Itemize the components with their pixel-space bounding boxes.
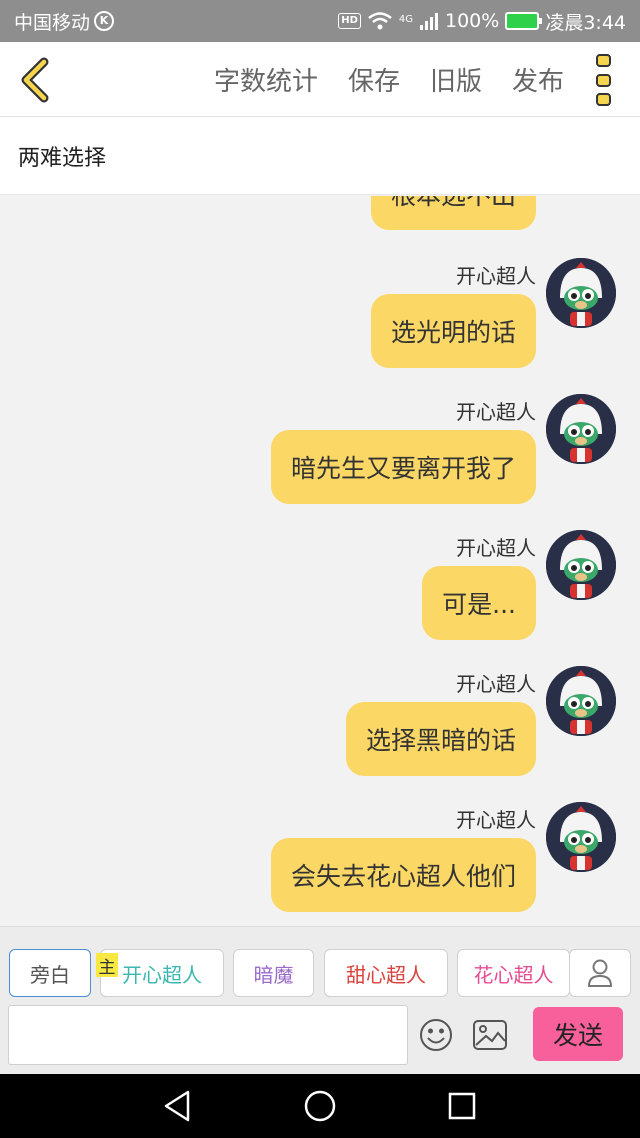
battery-icon [505, 12, 543, 30]
system-nav-bar [0, 1074, 640, 1138]
chat-message: 开心超人 选光明的话 [16, 258, 616, 378]
square-recents-icon [448, 1092, 476, 1120]
circle-home-icon [304, 1090, 336, 1122]
send-button[interactable]: 发送 [533, 1007, 623, 1061]
story-title-bar[interactable]: 两难选择 [0, 117, 640, 195]
composer-panel: 旁白 开心超人 暗魔 甜心超人 花心超人 主 发送 [0, 926, 640, 1074]
role-sweet-superman[interactable]: 甜心超人 [324, 949, 448, 997]
message-bubble[interactable]: 可是... [422, 566, 536, 640]
old-version-button[interactable]: 旧版 [430, 61, 482, 98]
image-icon [473, 1020, 507, 1050]
more-menu-button[interactable] [590, 54, 616, 106]
carrier-name: 中国移动 [14, 11, 91, 34]
wifi-icon [368, 12, 392, 30]
toolbar-actions: 字数统计 保存 旧版 发布 [214, 42, 564, 117]
story-title: 两难选择 [18, 145, 107, 171]
message-bubble[interactable]: 选择黑暗的话 [345, 702, 536, 776]
role-label: 暗魔 [253, 962, 294, 987]
manage-roles-button[interactable] [569, 949, 631, 997]
chat-message: 开心超人 可是... [16, 530, 616, 650]
chat-message: 开心超人 会失去花心超人他们 [16, 802, 616, 922]
avatar[interactable] [546, 802, 616, 872]
avatar[interactable] [546, 394, 616, 464]
chat-message: 开心超人 选择黑暗的话 [16, 666, 616, 786]
emoji-button[interactable] [418, 1017, 454, 1053]
more-dot-icon [595, 54, 611, 67]
chevron-left-icon [21, 57, 49, 103]
save-button[interactable]: 保存 [348, 61, 400, 98]
hd-indicator: HD [338, 13, 361, 29]
carrier-badge: K [94, 11, 115, 31]
avatar[interactable] [546, 258, 616, 328]
sender-name: 开心超人 [456, 400, 536, 424]
status-bar: 中国移动 K HD 4G 100% 凌晨3:44 [0, 0, 640, 42]
sender-name: 开心超人 [456, 808, 536, 832]
happy-superman-avatar-icon [546, 802, 616, 872]
role-label: 甜心超人 [346, 962, 426, 987]
top-toolbar: 字数统计 保存 旧版 发布 [0, 42, 640, 117]
role-narrator[interactable]: 旁白 [9, 949, 91, 997]
role-dark-demon[interactable]: 暗魔 [233, 949, 314, 997]
role-happy-superman[interactable]: 开心超人 [100, 949, 224, 997]
carrier-info: 中国移动 K [14, 8, 115, 35]
happy-superman-avatar-icon [546, 258, 616, 328]
happy-superman-avatar-icon [546, 394, 616, 464]
main-character-tag: 主 [96, 953, 118, 978]
avatar[interactable] [546, 666, 616, 736]
person-icon [587, 959, 613, 987]
status-indicators: HD 4G 100% 凌晨3:44 [338, 8, 626, 35]
network-type: 4G [398, 13, 413, 25]
chat-area[interactable]: 根本选不出 开心超人 选光明的话 开心超人 暗先生又要离开我了 [0, 196, 640, 926]
happy-superman-avatar-icon [546, 666, 616, 736]
nav-back-button[interactable] [160, 1088, 196, 1124]
battery-percent: 100% [445, 10, 500, 32]
happy-superman-avatar-icon [546, 530, 616, 600]
publish-button[interactable]: 发布 [512, 61, 564, 98]
chat-message: 开心超人 暗先生又要离开我了 [16, 394, 616, 514]
back-button[interactable] [14, 56, 60, 104]
avatar[interactable] [546, 530, 616, 600]
message-input[interactable] [8, 1005, 408, 1065]
nav-recents-button[interactable] [444, 1088, 480, 1124]
more-dot-icon [595, 73, 611, 87]
message-bubble[interactable]: 根本选不出 [370, 196, 536, 230]
role-label: 旁白 [30, 962, 70, 987]
more-dot-icon [595, 93, 611, 106]
message-bubble[interactable]: 会失去花心超人他们 [270, 838, 536, 912]
clock: 凌晨3:44 [545, 11, 626, 34]
sender-name: 开心超人 [456, 672, 536, 696]
sender-name: 开心超人 [456, 536, 536, 560]
image-button[interactable] [472, 1018, 508, 1052]
nav-home-button[interactable] [302, 1088, 338, 1124]
triangle-back-icon [164, 1090, 190, 1122]
role-label: 花心超人 [473, 962, 554, 987]
role-label: 开心超人 [122, 962, 202, 987]
message-bubble[interactable]: 选光明的话 [370, 294, 536, 368]
word-count-button[interactable]: 字数统计 [214, 61, 318, 98]
role-flower-superman[interactable]: 花心超人 [457, 949, 570, 997]
sender-name: 开心超人 [456, 264, 536, 288]
message-bubble[interactable]: 暗先生又要离开我了 [270, 430, 536, 504]
smiley-icon [420, 1019, 452, 1051]
signal-icon [420, 13, 438, 30]
